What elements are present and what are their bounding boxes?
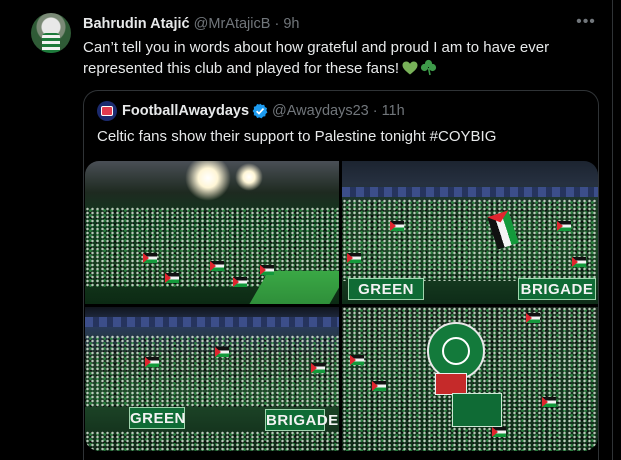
- banner-brigade: BRIGADE: [518, 278, 596, 300]
- photo-stadium-crowd[interactable]: [85, 161, 339, 304]
- header-separator: ·: [274, 16, 280, 32]
- ellipsis-icon[interactable]: •••: [575, 13, 597, 35]
- quote-author-name[interactable]: FootballAwaydays: [122, 101, 249, 121]
- quoted-tweet[interactable]: FootballAwaydays @Awaydays23 · 11h Celti…: [83, 90, 599, 460]
- media-grid: GREEN BRIGADE GREEN BRIGADE: [85, 161, 598, 451]
- shamrock-icon: [420, 59, 437, 76]
- quote-text: Celtic fans show their support to Palest…: [97, 128, 497, 145]
- quote-avatar[interactable]: [97, 101, 117, 121]
- author-avatar[interactable]: [31, 13, 71, 53]
- club-crest-banner: [427, 322, 485, 380]
- banner-green-lower: GREEN: [129, 407, 185, 429]
- banner-green: GREEN: [348, 278, 424, 300]
- tweet-header: Bahrudin Atajić @MrAtajicB · 9h: [83, 15, 299, 33]
- quote-time[interactable]: 11h: [382, 101, 405, 121]
- quote-author-handle[interactable]: @Awaydays23: [272, 101, 369, 121]
- quote-header: FootballAwaydays @Awaydays23 · 11h: [97, 101, 405, 121]
- banner-brigade-lower: BRIGADE: [265, 409, 338, 431]
- quote-header-separator: ·: [372, 103, 378, 119]
- tweet-body: Can’t tell you in words about how gratef…: [83, 39, 550, 77]
- tweet-time[interactable]: 9h: [283, 16, 299, 32]
- photo-fans-banners[interactable]: [342, 307, 598, 451]
- green-heart-icon: [402, 61, 418, 75]
- author-name[interactable]: Bahrudin Atajić: [83, 16, 190, 32]
- tweet-text: Can’t tell you in words about how gratef…: [83, 37, 595, 79]
- photo-lower-tier[interactable]: GREEN BRIGADE: [85, 307, 339, 451]
- column-divider: [612, 0, 613, 460]
- tweet[interactable]: Bahrudin Atajić @MrAtajicB · 9h ••• Can’…: [0, 0, 612, 460]
- verified-badge-icon: [252, 103, 268, 119]
- arabic-banner: [452, 393, 502, 427]
- photo-crowd-flags[interactable]: GREEN BRIGADE: [342, 161, 598, 304]
- author-handle[interactable]: @MrAtajicB: [194, 16, 271, 32]
